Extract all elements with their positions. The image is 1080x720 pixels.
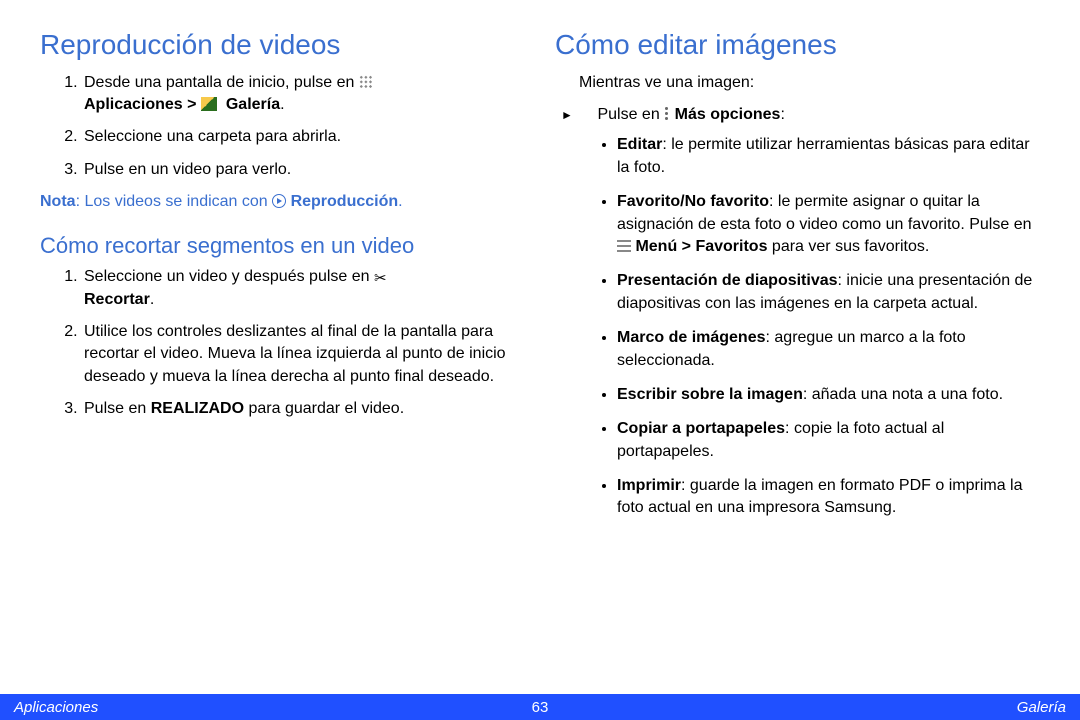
- edit-options-list: Editar: le permite utilizar herramientas…: [555, 134, 1040, 519]
- play-icon: [272, 194, 286, 208]
- option-name: Editar: [617, 136, 662, 153]
- text: :: [780, 106, 784, 123]
- step-item: Utilice los controles deslizantes al fin…: [82, 321, 525, 388]
- note-block: Nota: Los videos se indican con Reproduc…: [40, 191, 525, 213]
- page-footer: Aplicaciones 63 Galería: [0, 694, 1080, 720]
- scissors-icon: ✂: [374, 271, 387, 286]
- option-desc: : añada una nota a una foto.: [803, 386, 1003, 403]
- text: Pulse en: [84, 400, 151, 417]
- trim-video-steps: Seleccione un video y después pulse en ✂…: [40, 266, 525, 420]
- option-name: Marco de imágenes: [617, 329, 766, 346]
- option-name: Imprimir: [617, 477, 681, 494]
- footer-page-number: 63: [532, 699, 549, 716]
- note-text: : Los videos se indican con: [76, 193, 273, 210]
- option-desc: para ver sus favoritos.: [767, 238, 929, 255]
- heading-trim-video: Cómo recortar segmentos en un video: [40, 232, 525, 261]
- step-item: Desde una pantalla de inicio, pulse en A…: [82, 72, 525, 117]
- option-name: Escribir sobre la imagen: [617, 386, 803, 403]
- more-options-line: Pulse en Más opciones:: [593, 104, 1040, 126]
- step-item: Seleccione un video y después pulse en ✂…: [82, 266, 525, 311]
- step-item: Seleccione una carpeta para abrirla.: [82, 126, 525, 148]
- heading-video-playback: Reproducción de videos: [40, 28, 525, 62]
- list-item: Copiar a portapapeles: copie la foto act…: [617, 418, 1040, 463]
- step-item: Pulse en REALIZADO para guardar el video…: [82, 398, 525, 420]
- gallery-icon: [201, 97, 217, 111]
- option-desc: : le permite utilizar herramientas básic…: [617, 136, 1030, 175]
- text-bold: REALIZADO: [151, 400, 244, 417]
- apps-grid-icon: [359, 75, 373, 89]
- video-playback-steps: Desde una pantalla de inicio, pulse en A…: [40, 72, 525, 182]
- note-label: Nota: [40, 193, 76, 210]
- option-name: Favorito/No favorito: [617, 193, 769, 210]
- text: para guardar el video.: [244, 400, 404, 417]
- footer-left: Aplicaciones: [14, 699, 98, 716]
- text-bold: Galería: [226, 96, 280, 113]
- text: Pulse en: [597, 106, 664, 123]
- text: .: [280, 96, 284, 113]
- text-bold: Menú > Favoritos: [635, 238, 767, 255]
- intro-text: Mientras ve una imagen:: [579, 72, 1040, 94]
- more-options-icon: [664, 106, 670, 122]
- list-item: Presentación de diapositivas: inicie una…: [617, 270, 1040, 315]
- step-item: Pulse en un video para verlo.: [82, 159, 525, 181]
- page-content: Reproducción de videos Desde una pantall…: [0, 0, 1080, 690]
- text: Seleccione un video y después pulse en: [84, 268, 374, 285]
- list-item: Escribir sobre la imagen: añada una nota…: [617, 384, 1040, 406]
- note-text: .: [398, 193, 402, 210]
- heading-edit-images: Cómo editar imágenes: [555, 28, 1040, 62]
- text: Desde una pantalla de inicio, pulse en: [84, 74, 359, 91]
- option-name: Copiar a portapapeles: [617, 420, 785, 437]
- left-column: Reproducción de videos Desde una pantall…: [40, 28, 525, 690]
- list-item: Imprimir: guarde la imagen en formato PD…: [617, 475, 1040, 520]
- list-item: Favorito/No favorito: le permite asignar…: [617, 191, 1040, 258]
- text: .: [150, 291, 154, 308]
- text-bold: Más opciones: [675, 106, 781, 123]
- menu-icon: [617, 240, 631, 252]
- text-bold: Aplicaciones >: [84, 96, 201, 113]
- list-item: Marco de imágenes: agregue un marco a la…: [617, 327, 1040, 372]
- text-bold: Recortar: [84, 291, 150, 308]
- list-item: Editar: le permite utilizar herramientas…: [617, 134, 1040, 179]
- option-name: Presentación de diapositivas: [617, 272, 838, 289]
- right-column: Cómo editar imágenes Mientras ve una ima…: [555, 28, 1040, 690]
- footer-right: Galería: [1017, 699, 1066, 716]
- note-bold: Reproducción: [291, 193, 399, 210]
